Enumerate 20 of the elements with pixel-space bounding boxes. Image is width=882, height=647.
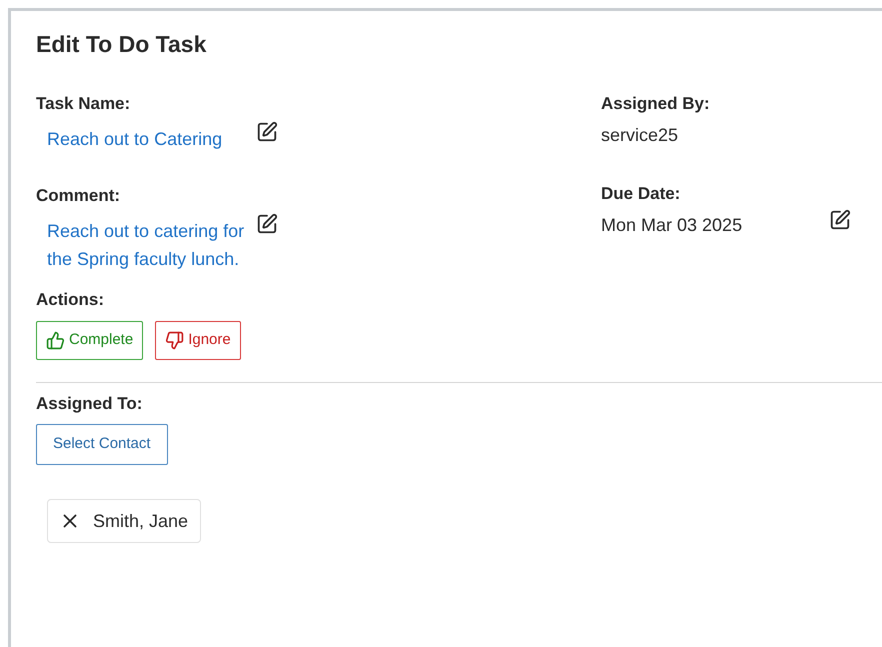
thumbs-up-icon <box>46 331 65 350</box>
field-label: Assigned By: <box>601 93 711 115</box>
edit-icon[interactable] <box>256 213 278 235</box>
assigned-to-label: Assigned To: <box>36 393 144 415</box>
complete-button[interactable]: Complete <box>36 321 144 360</box>
field-value: service25 <box>601 124 680 147</box>
contact-name: Smith, Jane <box>93 510 188 532</box>
select-contact-button[interactable]: Select Contact <box>36 424 168 465</box>
ignore-button[interactable]: Ignore <box>155 321 241 360</box>
field-value-link[interactable]: Reach out to catering for the Spring faculty lunch. <box>47 217 247 273</box>
page-title: Edit To Do Task <box>36 30 208 59</box>
field-label: Due Date: <box>601 183 682 205</box>
field-value: Mon Mar 03 2025 <box>601 214 744 237</box>
thumbs-down-icon <box>165 331 184 350</box>
field-label: Comment: <box>36 185 122 207</box>
field-value-link[interactable]: Reach out to Catering <box>47 125 247 153</box>
edit-icon[interactable] <box>256 121 278 143</box>
edit-icon[interactable] <box>829 209 851 231</box>
field-label: Task Name: <box>36 93 132 115</box>
actions-label: Actions: <box>36 289 105 311</box>
